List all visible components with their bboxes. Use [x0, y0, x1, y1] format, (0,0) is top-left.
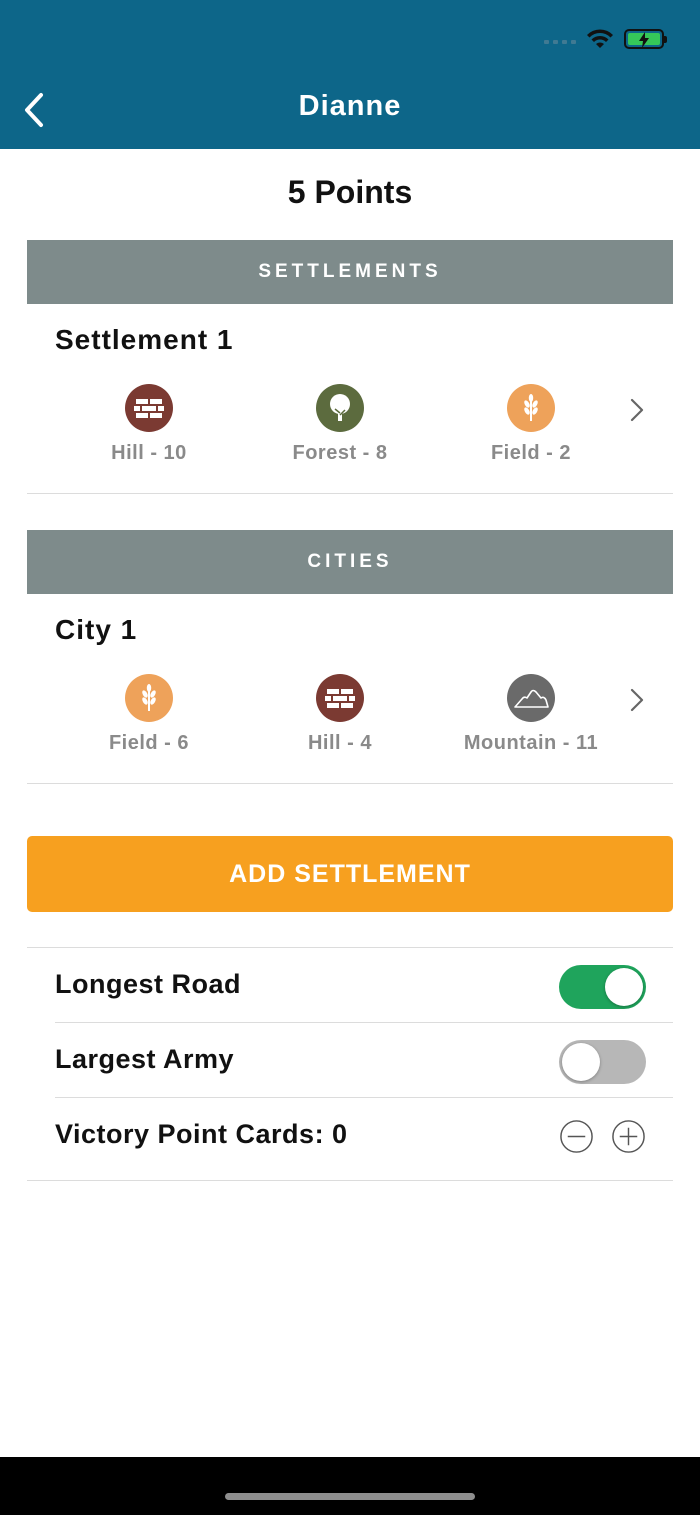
settlement-card[interactable]: Settlement 1 Hill - 10 Forest - 8 Field … [27, 304, 673, 494]
resource-hill: Hill - 4 [255, 674, 425, 755]
status-bar [544, 26, 667, 52]
resource-mountain: Mountain - 11 [446, 674, 616, 755]
add-settlement-button[interactable]: ADD SETTLEMENT [27, 836, 673, 912]
longest-road-label: Longest Road [55, 969, 241, 999]
resource-forest: Forest - 8 [255, 384, 425, 465]
victory-points-label: Victory Point Cards: 0 [55, 1119, 348, 1149]
settlements-section-header: SETTLEMENTS [27, 240, 673, 304]
cellular-signal-icon [544, 34, 576, 44]
victory-points-stepper [559, 1119, 646, 1154]
resource-label: Mountain - 11 [463, 732, 599, 754]
victory-points-row: Victory Point Cards: 0 [55, 1098, 673, 1173]
city-card[interactable]: City 1 Field - 6 Hill - 4 Mountain - 11 [27, 594, 673, 784]
longest-road-toggle[interactable] [559, 965, 646, 1009]
resource-label: Forest - 8 [292, 442, 388, 464]
wheat-icon [125, 674, 173, 722]
largest-army-row: Largest Army [55, 1023, 673, 1098]
home-bar [0, 1457, 700, 1515]
page-title: Dianne [298, 90, 402, 122]
mountain-icon [507, 674, 555, 722]
settlement-name: Settlement 1 [55, 324, 234, 355]
brick-icon [316, 674, 364, 722]
chevron-right-icon [630, 398, 644, 422]
resource-label: Hill - 4 [307, 732, 372, 754]
brick-icon [125, 384, 173, 432]
resource-label: Field - 6 [108, 732, 190, 754]
longest-road-row: Longest Road [55, 948, 673, 1023]
plus-circle-icon[interactable] [611, 1119, 646, 1154]
points-total: 5 Points [287, 174, 413, 210]
resource-label: Field - 2 [490, 442, 572, 464]
resource-hill: Hill - 10 [64, 384, 234, 465]
bonus-settings: Longest Road Largest Army Victory Point … [27, 947, 673, 1181]
minus-circle-icon[interactable] [559, 1119, 594, 1154]
resource-label: Hill - 10 [111, 442, 187, 464]
navigation-bar: Dianne [0, 0, 700, 149]
tree-icon [316, 384, 364, 432]
battery-icon [624, 29, 667, 49]
largest-army-label: Largest Army [55, 1044, 235, 1074]
chevron-right-icon [630, 688, 644, 712]
cities-section-header: CITIES [27, 530, 673, 594]
resource-field: Field - 2 [446, 384, 616, 465]
wifi-icon [587, 29, 613, 48]
largest-army-toggle[interactable] [559, 1040, 646, 1084]
home-indicator[interactable] [225, 1493, 475, 1500]
resource-field: Field - 6 [64, 674, 234, 755]
wheat-icon [507, 384, 555, 432]
city-name: City 1 [55, 614, 138, 645]
